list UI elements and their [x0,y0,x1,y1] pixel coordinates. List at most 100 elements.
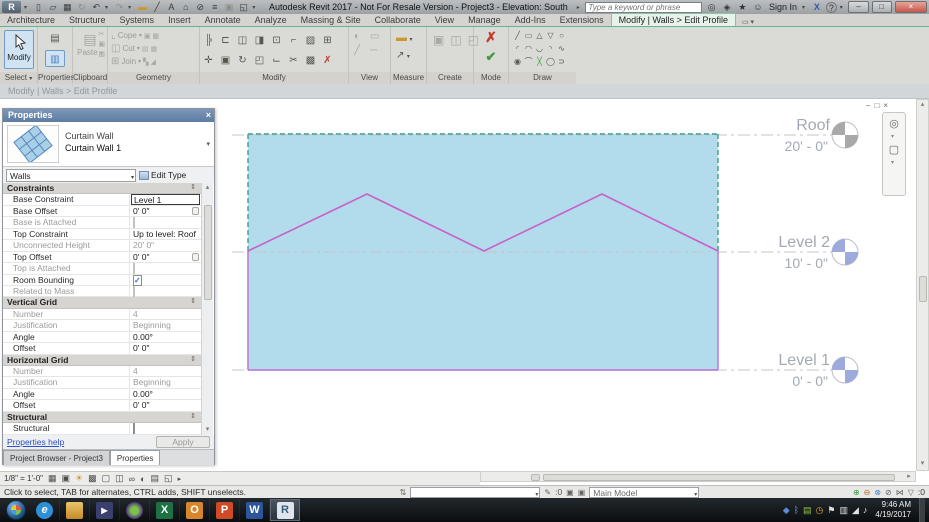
type-selector-caret-icon[interactable]: ▾ [206,140,210,148]
filter-dropdown[interactable]: Walls ▾ [6,169,136,182]
palette-scrollbar[interactable]: ▴ ▾ [201,183,213,435]
property-row[interactable]: JustificationBeginning [3,320,201,331]
window-restore-button[interactable]: □ [872,1,892,13]
tab-annotate[interactable]: Annotate [198,14,248,26]
draw-spline-icon[interactable]: ∿ [558,44,565,53]
section-icon[interactable]: ⊘ [195,1,206,13]
draw-pick-axis-icon[interactable]: ╳ [537,57,542,66]
tab-project-browser[interactable]: Project Browser - Project3 [3,450,110,465]
palette-scroll-thumb[interactable] [204,205,212,300]
crop-view-icon[interactable]: ▢ [102,473,111,484]
section-header[interactable]: Structural⇕ [3,412,201,423]
qat-customize-caret-icon[interactable]: ▾ [252,4,258,11]
zoom-caret-icon[interactable]: ▾ [891,159,897,166]
worksharing-display-icon[interactable]: ▣ [566,488,574,497]
tab-analyze[interactable]: Analyze [248,14,294,26]
measure-button[interactable]: ▬ ▾ [396,32,426,44]
tab-systems[interactable]: Systems [113,14,162,26]
property-row[interactable]: Structural [3,423,201,434]
drawing-area[interactable]: Roof 20' - 0" Level 2 10' - 0" Level 1 0… [216,99,916,471]
design-option-dropdown[interactable]: Main Model▾ [589,487,699,498]
close-hidden-windows-icon[interactable]: ▣ [223,1,234,13]
property-row[interactable]: Number4 [3,309,201,320]
cut-icon[interactable]: ✂ [98,30,105,38]
thin-lines-icon[interactable]: ≡ [209,1,220,13]
draw-circle-icon[interactable]: ○ [559,31,564,40]
finish-edit-mode-button[interactable]: ✔ [486,49,497,64]
undo-caret-icon[interactable]: ▾ [105,4,111,11]
search-icon[interactable]: ◎ [705,1,717,13]
tray-action-center-flag-icon[interactable]: ⚑ [827,505,835,516]
help-caret-icon[interactable]: ▾ [840,4,846,11]
draw-rectangle-icon[interactable]: ▭ [525,31,533,40]
sign-in-person-icon[interactable]: ☺ [752,1,764,13]
taskbar-file-explorer-icon[interactable] [60,499,90,521]
checkbox-checked[interactable]: ✓ [133,275,142,286]
cope-button[interactable]: ⌞Cope▾▣▩ [108,29,199,42]
checkbox-unchecked[interactable] [133,217,135,228]
scroll-up-arrow-icon[interactable]: ▴ [917,100,928,111]
property-row[interactable]: Offset0' 0" [3,400,201,411]
unjoin-icon[interactable]: ◢ [150,58,155,66]
open-icon[interactable]: ▱ [47,1,58,13]
property-row[interactable]: Unconnected Height20' 0" [3,240,201,251]
beam-joins-icon[interactable]: ▚ [143,58,148,66]
redo-icon[interactable]: ↷ [114,1,125,13]
type-selector[interactable]: Curtain Wall Curtain Wall 1 ▾ [3,122,214,167]
workset-dropdown[interactable]: ▾ [410,487,540,498]
draw-pick-walls-icon[interactable]: ⊃ [558,57,565,66]
draw-circumscribed-polygon-icon[interactable]: ▽ [547,31,553,40]
properties-palette-title[interactable]: Properties × [3,109,214,122]
zoom-region-icon[interactable]: ▢ [889,143,899,156]
sign-in-label[interactable]: Sign In [769,2,797,12]
property-row[interactable]: Base ConstraintLevel 1 [3,194,201,205]
copy-element-icon[interactable]: ▣ [221,55,230,66]
type-properties-button[interactable]: ▥ [45,50,65,67]
taskbar-media-center-icon[interactable]: ● [120,499,150,521]
tab-modify-walls-edit-profile[interactable]: Modify | Walls > Edit Profile [611,13,736,26]
tab-collaborate[interactable]: Collaborate [368,14,428,26]
level-elevation-roof[interactable]: 20' - 0" [785,138,828,154]
property-row[interactable]: Offset0' 0" [3,343,201,354]
cut-profile-icon[interactable]: ▣ [144,32,151,40]
modify-tool-button[interactable]: Modify [4,30,34,69]
aligned-dimension-icon[interactable]: ╱ [151,1,162,13]
view-tool-icon[interactable]: ─ [370,45,386,59]
drag-on-selection-toggle-icon[interactable]: ⋈ [896,488,904,497]
property-row[interactable]: Room Bounding✓ [3,275,201,286]
level-elevation-level1[interactable]: 0' - 0" [792,373,828,389]
draw-line-icon[interactable]: ╱ [515,31,520,40]
horizontal-scroll-thumb[interactable] [543,474,895,481]
save-icon[interactable]: ▦ [62,1,73,13]
editable-only-icon[interactable]: ✎ [544,488,551,497]
sync-icon[interactable]: ↻ [76,1,87,13]
panel-label-view[interactable]: View [349,72,390,84]
mirror-draw-axis-icon[interactable]: ◨ [255,35,264,46]
rotate-icon[interactable]: ↻ [238,55,246,66]
filter-icon[interactable]: ▽ [908,488,914,497]
horizontal-scrollbar[interactable]: ▸ [480,471,916,482]
favorites-star-icon[interactable]: ★ [736,1,748,13]
select-by-face-toggle-icon[interactable]: ⊘ [885,488,892,497]
properties-close-icon[interactable]: × [206,109,211,122]
tray-bluetooth-icon[interactable]: ᛒ [794,505,799,515]
taskbar-clock[interactable]: 9:46 AM 4/19/2017 [875,500,911,520]
default-3d-view-icon[interactable]: ⌂ [180,1,191,13]
level-name-level1[interactable]: Level 1 [778,352,830,369]
shadows-icon[interactable]: ▩ [88,473,97,484]
revit-logo-button[interactable]: R [2,1,21,13]
window-minimize-button[interactable]: – [848,1,868,13]
cut-geometry-button[interactable]: ◫Cut▾▤▦ [108,42,199,55]
taskbar-word-icon[interactable]: W [240,499,270,521]
vertical-scroll-thumb[interactable] [919,276,927,302]
join-geometry-button[interactable]: ⊞Join▾▚◢ [108,55,199,68]
tray-app2-icon[interactable]: ▥ [839,505,848,516]
align-icon[interactable]: ╠ [205,35,212,46]
start-button[interactable] [6,500,26,520]
tab-structure[interactable]: Structure [62,14,113,26]
help-icon[interactable]: ? [826,2,837,13]
paint-icon[interactable]: ▤ [142,45,149,53]
palette-scroll-down-icon[interactable]: ▾ [202,425,213,435]
property-row[interactable]: Top Offset0' 0" [3,252,201,263]
view-tool-icon[interactable]: ◐ [354,31,370,45]
